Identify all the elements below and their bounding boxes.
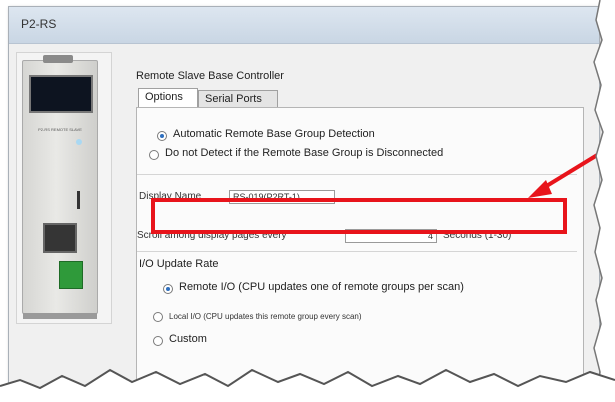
screenshot-canvas: P2-RS P2-RS REMOTE SLAVE Remote Slave Ba… xyxy=(0,0,615,402)
torn-edge-right xyxy=(593,0,615,402)
red-arrow-icon xyxy=(528,144,614,198)
torn-edge-bottom xyxy=(0,368,615,402)
